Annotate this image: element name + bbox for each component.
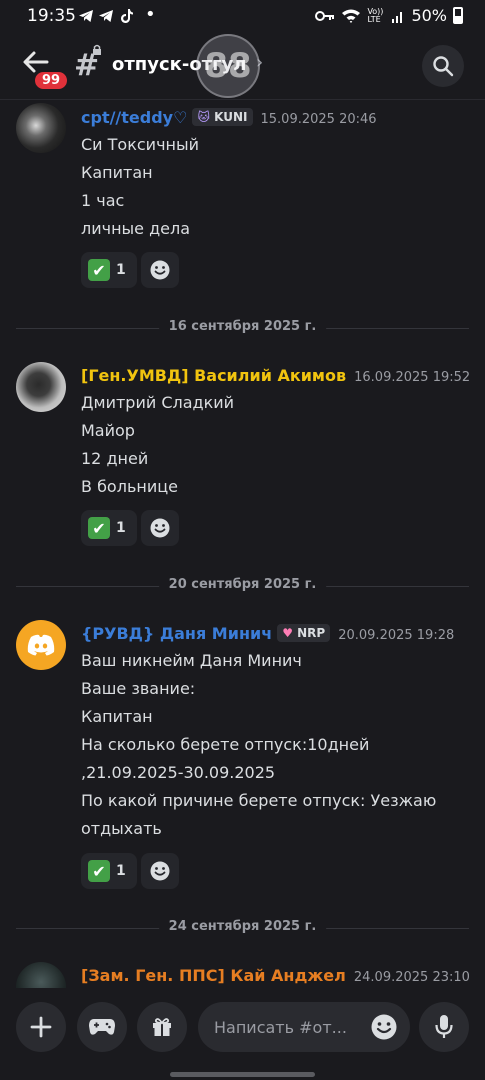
add-reaction-button[interactable] <box>141 252 179 288</box>
add-reaction-button[interactable] <box>141 510 179 546</box>
message-header: [Ген.УМВД] Василий Акимов 16.09.2025 19:5… <box>81 366 470 385</box>
microphone-icon <box>435 1015 453 1038</box>
battery-icon <box>453 7 463 24</box>
message-header: cpt//teddy♡ 🐱 KUNI 15.09.2025 20:46 <box>81 108 377 127</box>
dot-icon: • <box>145 4 156 25</box>
smiley-icon <box>150 260 170 280</box>
reaction-count: 1 <box>116 520 126 536</box>
timestamp: 16.09.2025 19:52 <box>354 370 471 385</box>
battery-percent: 50% <box>411 6 447 25</box>
guild-tag-label: KUNI <box>214 110 248 124</box>
gamepad-icon <box>89 1019 115 1035</box>
lock-icon <box>92 44 102 59</box>
telegram-icon-2 <box>98 8 114 28</box>
lte-label: Vo)) LTE <box>367 6 384 24</box>
message-line: Дмитрий Сладкий <box>81 393 235 412</box>
avatar[interactable] <box>16 962 66 988</box>
message-line: Ваше звание: <box>81 679 196 698</box>
cat-icon: 🐱 <box>197 110 210 124</box>
activities-button[interactable] <box>77 1002 127 1052</box>
system-nav-bar <box>0 1068 485 1080</box>
guild-tag[interactable]: 🐱 KUNI <box>192 108 253 126</box>
guild-tag-label: NRP <box>297 626 326 640</box>
message-list[interactable]: cpt//teddy♡ 🐱 KUNI 15.09.2025 20:46 Си Ток… <box>0 100 485 988</box>
message-line: Капитан <box>81 707 153 726</box>
message-line: отдыхать <box>81 819 162 838</box>
author-name[interactable]: [Зам. Ген. ППС] Кай Анджел <box>81 966 346 985</box>
message-line: личные дела <box>81 219 191 238</box>
reaction-check[interactable]: ✔ 1 <box>81 252 137 288</box>
composer-bar <box>0 988 485 1080</box>
telegram-icon <box>78 8 94 28</box>
message-line: 12 дней <box>81 449 149 468</box>
message-line: Ваш никнейм Даня Минич <box>81 651 302 670</box>
channel-header: 99 # отпуск-отгул › 88 <box>0 34 485 100</box>
message-line: В больнице <box>81 477 178 496</box>
gift-button[interactable] <box>137 1002 187 1052</box>
author-name[interactable]: {РУВД} Даня Минич <box>81 624 272 643</box>
date-separator: 24 сентября 2025 г. <box>16 919 469 937</box>
add-reaction-button[interactable] <box>141 853 179 889</box>
voice-message-button[interactable] <box>419 1002 469 1052</box>
message-line: Майор <box>81 421 135 440</box>
message-line: Си Токсичный <box>81 135 200 154</box>
guild-tag[interactable]: ♥ NRP <box>277 624 331 642</box>
check-mark-icon: ✔ <box>88 860 110 882</box>
date-separator-label: 20 сентября 2025 г. <box>158 577 327 592</box>
tiktok-icon <box>120 8 134 28</box>
wifi-icon <box>342 9 361 23</box>
reaction-count: 1 <box>116 262 126 278</box>
date-separator-label: 24 сентября 2025 г. <box>158 919 327 934</box>
message-line: ,21.09.2025-30.09.2025 <box>81 763 276 782</box>
emoji-picker-icon[interactable] <box>370 1013 398 1041</box>
reaction-count: 1 <box>116 863 126 879</box>
plus-icon <box>30 1016 52 1038</box>
author-name[interactable]: [Ген.УМВД] Василий Акимов <box>81 366 346 385</box>
date-separator-label: 16 сентября 2025 г. <box>158 319 327 334</box>
smiley-icon <box>150 518 170 538</box>
gift-icon <box>153 1018 171 1036</box>
add-attachment-button[interactable] <box>16 1002 66 1052</box>
message-input[interactable] <box>198 1002 358 1052</box>
unread-badge: 99 <box>32 69 71 92</box>
message-header: {РУВД} Даня Минич ♥ NRP 20.09.2025 19:28 <box>81 624 454 643</box>
heart-icon: ♥ <box>282 626 293 640</box>
avatar[interactable] <box>16 103 66 153</box>
status-right: Vo)) LTE 50% <box>315 6 463 25</box>
check-mark-icon: ✔ <box>88 259 110 281</box>
reaction-check[interactable]: ✔ 1 <box>81 510 137 546</box>
check-mark-icon: ✔ <box>88 517 110 539</box>
status-bar: 19:35 • Vo)) LTE 50% <box>0 0 485 34</box>
discord-logo-icon <box>27 634 55 656</box>
timestamp: 20.09.2025 19:28 <box>338 628 455 643</box>
search-button[interactable] <box>422 45 464 87</box>
message-header: [Зам. Ген. ППС] Кай Анджел 24.09.2025 23:… <box>81 966 470 985</box>
reaction-check[interactable]: ✔ 1 <box>81 853 137 889</box>
message-line: 1 час <box>81 191 125 210</box>
avatar[interactable] <box>16 620 66 670</box>
author-name[interactable]: cpt//teddy♡ <box>81 108 187 127</box>
date-separator: 20 сентября 2025 г. <box>16 577 469 595</box>
message-input-box[interactable] <box>198 1002 410 1052</box>
message-line: Капитан <box>81 163 153 182</box>
status-time: 19:35 <box>27 6 76 26</box>
date-separator: 16 сентября 2025 г. <box>16 319 469 337</box>
avatar[interactable] <box>16 362 66 412</box>
message-line: На сколько берете отпуск:10дней <box>81 735 370 754</box>
smiley-icon <box>150 861 170 881</box>
message-line: По какой причине берете отпуск: Уезжаю <box>81 791 437 810</box>
timestamp: 24.09.2025 23:10 <box>353 970 470 985</box>
search-icon <box>433 56 454 77</box>
signal-icon <box>392 11 403 23</box>
timestamp: 15.09.2025 20:46 <box>260 112 377 127</box>
watermark-logo: 88 <box>196 34 260 98</box>
home-indicator[interactable] <box>170 1072 315 1077</box>
key-icon <box>315 10 335 21</box>
